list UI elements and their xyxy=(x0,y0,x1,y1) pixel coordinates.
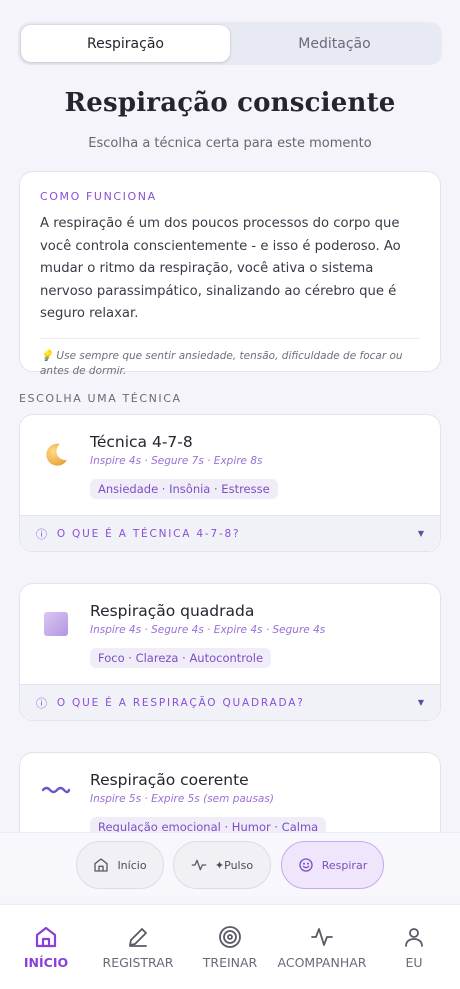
smile-icon xyxy=(299,858,313,872)
home-icon xyxy=(35,926,57,948)
nav-inicio-label: INÍCIO xyxy=(23,955,69,970)
nav-eu[interactable]: EU xyxy=(368,905,460,989)
nav-acompanhar-label: ACOMPANHAR xyxy=(277,955,367,970)
section-label: ESCOLHA UMA TÉCNICA xyxy=(19,392,182,405)
nav-registrar[interactable]: REGISTRAR xyxy=(92,905,184,989)
tip-label: Use sempre que sentir ansiedade, tensão,… xyxy=(40,349,403,377)
nav-treinar-label: TREINAR xyxy=(202,955,258,970)
technique-name: Respiração quadrada xyxy=(90,602,255,620)
tip-text: 💡 Use sempre que sentir ansiedade, tensã… xyxy=(40,349,420,379)
nav-acompanhar[interactable]: ACOMPANHAR xyxy=(276,905,368,989)
how-it-works-card: COMO FUNCIONA A respiração é um dos pouc… xyxy=(19,171,441,377)
technique-tags: Ansiedade · Insônia · Estresse xyxy=(90,479,278,499)
nav-inicio[interactable]: INÍCIO xyxy=(0,905,92,989)
expand-label: O QUE É A TÉCNICA 4-7-8? xyxy=(56,527,241,540)
chevron-down-icon: ▼ xyxy=(417,529,424,538)
moon-icon xyxy=(42,441,70,469)
pulse-icon xyxy=(191,859,207,871)
chevron-down-icon: ▼ xyxy=(417,698,424,707)
info-icon: ⓘ xyxy=(36,696,49,710)
technique-steps: Inspire 5s · Expire 5s (sem pausas) xyxy=(90,793,274,805)
square-icon xyxy=(42,610,70,638)
technique-steps: Inspire 4s · Segure 4s · Expire 4s · Seg… xyxy=(90,624,326,636)
bottom-nav: INÍCIO REGISTRAR TREINAR ACOMPANHAR EU xyxy=(0,904,460,989)
user-icon xyxy=(405,928,423,947)
info-icon: ⓘ xyxy=(36,527,49,541)
wave-icon xyxy=(42,779,70,807)
quick-respirar-button[interactable]: Respirar xyxy=(281,841,384,889)
tab-switcher: Respiração Meditação xyxy=(18,22,442,65)
tab-meditacao[interactable]: Meditação xyxy=(230,25,439,62)
lightbulb-icon: 💡 xyxy=(40,349,54,362)
page-title: Respiração consciente xyxy=(64,88,396,118)
nav-eu-label: EU xyxy=(405,955,423,970)
expand-technique-478[interactable]: ⓘ O QUE É A TÉCNICA 4-7-8? ▼ xyxy=(20,515,440,551)
technique-card-quadrada[interactable]: Respiração quadrada Inspire 4s · Segure … xyxy=(19,583,441,721)
expand-technique-quadrada[interactable]: ⓘ O QUE É A RESPIRAÇÃO QUADRADA? ▼ xyxy=(20,684,440,720)
technique-card-478[interactable]: Técnica 4-7-8 Inspire 4s · Segure 7s · E… xyxy=(19,414,441,552)
tab-respiracao[interactable]: Respiração xyxy=(21,25,230,62)
quick-pulso-label: ✦Pulso xyxy=(214,858,254,872)
technique-name: Técnica 4-7-8 xyxy=(90,433,193,451)
nav-registrar-label: REGISTRAR xyxy=(102,955,174,970)
expand-label: O QUE É A RESPIRAÇÃO QUADRADA? xyxy=(56,696,305,709)
technique-name: Respiração coerente xyxy=(90,771,249,789)
quick-pulso-button[interactable]: ✦Pulso xyxy=(173,841,271,889)
technique-tags: Foco · Clareza · Autocontrole xyxy=(90,648,272,668)
quick-inicio-button[interactable]: Início xyxy=(76,841,164,889)
pencil-icon xyxy=(129,928,147,947)
page-subtitle: Escolha a técnica certa para este moment… xyxy=(88,136,372,151)
technique-steps: Inspire 4s · Segure 7s · Expire 8s xyxy=(90,455,263,467)
divider xyxy=(40,337,420,339)
how-it-works-label: COMO FUNCIONA xyxy=(40,190,157,203)
quick-inicio-label: Início xyxy=(117,858,147,872)
quick-respirar-label: Respirar xyxy=(321,858,368,872)
target-icon xyxy=(219,926,241,948)
activity-icon xyxy=(311,928,333,946)
how-it-works-text: A respiração é um dos poucos processos d… xyxy=(40,216,401,321)
quick-action-bar: Início ✦Pulso Respirar xyxy=(0,832,460,896)
home-icon xyxy=(94,858,109,872)
nav-treinar[interactable]: TREINAR xyxy=(184,905,276,989)
